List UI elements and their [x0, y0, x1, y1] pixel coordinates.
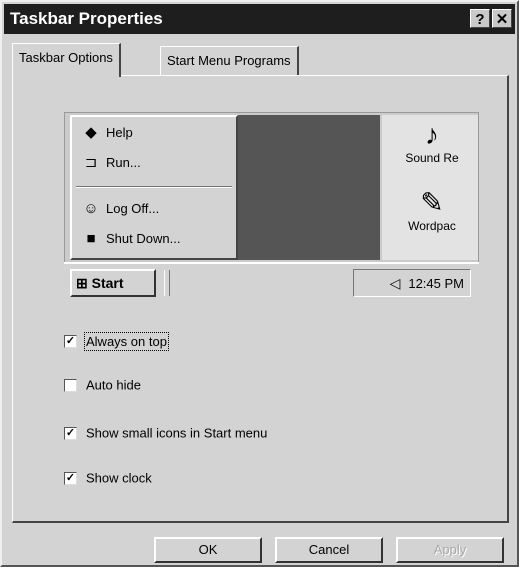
- option-show-small-icons[interactable]: ✓ Show small icons in Start menu: [64, 423, 267, 443]
- option-label: Auto hide: [86, 377, 141, 393]
- option-show-clock[interactable]: ✓ Show clock: [64, 468, 152, 488]
- menu-separator: [76, 186, 232, 188]
- option-auto-hide[interactable]: Auto hide: [64, 375, 141, 395]
- wordpad-icon: ✎: [420, 187, 444, 218]
- option-label: Always on top: [84, 331, 169, 351]
- menu-item-shut-down: ■ Shut Down...: [80, 227, 180, 251]
- desktop-icon-wordpad: ✎ Wordpac: [388, 187, 476, 233]
- help-button[interactable]: ?: [470, 9, 490, 28]
- speaker-icon: ◁: [389, 275, 401, 291]
- desktop-preview: [238, 115, 380, 260]
- cancel-button[interactable]: Cancel: [275, 537, 383, 563]
- option-always-on-top[interactable]: ✓ Always on top: [64, 331, 169, 351]
- clock: 12:45 PM: [408, 276, 464, 291]
- checkbox-show-small-icons[interactable]: ✓: [64, 427, 77, 441]
- option-label: Show clock: [86, 470, 152, 486]
- sound-recorder-icon: ♪: [425, 119, 439, 150]
- checkbox-auto-hide[interactable]: [64, 379, 77, 393]
- start-menu-preview: ◆ Help ⊐ Run... ☺ Log Off... ■ Shut Down...: [70, 115, 238, 260]
- desktop-icons-preview: ♪ Sound Re ✎ Wordpac: [382, 115, 478, 260]
- taskbar-properties-dialog: Taskbar Properties ? ✕ Taskbar Options S…: [0, 0, 519, 567]
- taskbar-grip: [164, 270, 170, 296]
- run-icon: ⊐: [84, 154, 98, 171]
- close-button[interactable]: ✕: [492, 9, 512, 28]
- menu-item-run: ⊐ Run...: [80, 151, 141, 175]
- option-label: Show small icons in Start menu: [86, 425, 268, 441]
- checkbox-show-clock[interactable]: ✓: [64, 472, 77, 486]
- taskbar-sample: ⊞ Start ◁ 12:45 PM: [64, 262, 479, 302]
- shut-down-icon: ■: [86, 230, 96, 247]
- menu-item-log-off: ☺ Log Off...: [80, 197, 159, 221]
- window-title: Taskbar Properties: [10, 9, 163, 28]
- windows-logo-icon: ⊞: [76, 275, 88, 291]
- apply-button[interactable]: Apply: [396, 537, 504, 563]
- desktop-icon-sound-recorder: ♪ Sound Re: [388, 119, 476, 165]
- start-button-preview: ⊞ Start: [70, 269, 156, 297]
- tab-taskbar-options[interactable]: Taskbar Options: [12, 43, 121, 77]
- ok-button[interactable]: OK: [154, 537, 262, 563]
- menu-item-help: ◆ Help: [80, 121, 133, 145]
- system-tray: ◁ 12:45 PM: [353, 269, 471, 297]
- help-book-icon: ◆: [85, 124, 97, 141]
- title-bar[interactable]: Taskbar Properties ? ✕: [4, 4, 515, 34]
- tab-start-menu-programs[interactable]: Start Menu Programs: [160, 46, 299, 76]
- log-off-icon: ☺: [83, 200, 99, 217]
- checkbox-always-on-top[interactable]: ✓: [64, 335, 77, 349]
